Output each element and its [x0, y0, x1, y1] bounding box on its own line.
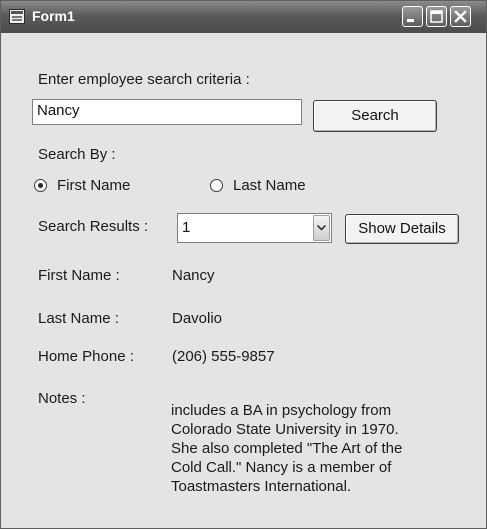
close-icon — [454, 10, 467, 23]
form1-window: Form1 Enter employee search criteria : N… — [0, 0, 487, 529]
maximize-icon — [430, 10, 443, 23]
window-title: Form1 — [32, 8, 75, 24]
first-name-value: Nancy — [172, 267, 215, 284]
first-name-radio[interactable] — [34, 179, 47, 192]
title-bar[interactable]: Form1 — [1, 1, 486, 33]
search-results-dropdown[interactable]: 1 — [177, 213, 332, 243]
search-button[interactable]: Search — [313, 100, 437, 132]
chevron-down-icon — [317, 225, 326, 231]
home-phone-label: Home Phone : — [38, 348, 134, 365]
search-results-value: 1 — [182, 219, 191, 236]
minimize-icon — [407, 19, 414, 22]
home-phone-value: (206) 555-9857 — [172, 348, 275, 365]
search-by-label: Search By : — [38, 146, 116, 163]
notes-label: Notes : — [38, 390, 86, 407]
last-name-radio-label[interactable]: Last Name — [233, 177, 306, 194]
dropdown-arrow-button[interactable] — [313, 215, 330, 241]
maximize-button[interactable] — [426, 6, 447, 27]
form-app-icon[interactable] — [9, 9, 25, 24]
search-input[interactable]: Nancy — [32, 99, 302, 125]
notes-text: includes a BA in psychology from Colorad… — [171, 402, 403, 495]
search-results-label: Search Results : — [38, 218, 149, 235]
first-name-radio-label[interactable]: First Name — [57, 177, 130, 194]
last-name-radio[interactable] — [210, 179, 223, 192]
search-prompt-label: Enter employee search criteria : — [38, 71, 250, 88]
last-name-value: Davolio — [172, 310, 223, 327]
show-details-button[interactable]: Show Details — [345, 214, 459, 244]
minimize-button[interactable] — [402, 6, 423, 27]
first-name-label: First Name : — [38, 267, 120, 284]
close-button[interactable] — [450, 6, 471, 27]
last-name-label: Last Name : — [38, 310, 119, 327]
